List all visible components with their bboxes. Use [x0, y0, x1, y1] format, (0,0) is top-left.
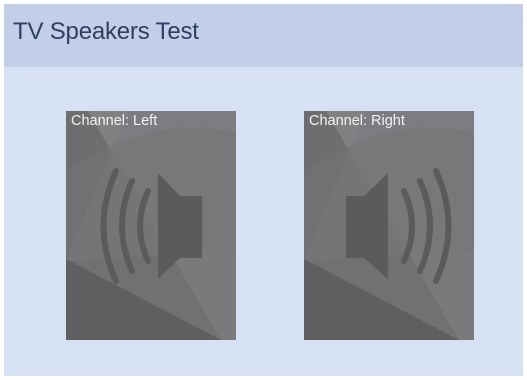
speaker-left-icon [66, 111, 236, 340]
speaker-test-window: TV Speakers Test Channel: Left Channel: Ri… [4, 4, 523, 376]
channel-left-panel[interactable]: Channel: Left [66, 111, 236, 340]
channel-right-panel[interactable]: Channel: Right [304, 111, 474, 340]
channel-left-prefix: Channel: [71, 113, 130, 129]
channel-left-label: Channel: Left [71, 113, 157, 129]
channel-right-label: Channel: Right [309, 113, 405, 129]
title-bar: TV Speakers Test [4, 4, 523, 67]
channel-right-prefix: Channel: [309, 113, 368, 129]
channel-right-name: Right [371, 113, 405, 129]
channel-left-name: Left [133, 113, 158, 129]
speaker-right-icon [304, 111, 474, 340]
window-title: TV Speakers Test [13, 18, 199, 45]
